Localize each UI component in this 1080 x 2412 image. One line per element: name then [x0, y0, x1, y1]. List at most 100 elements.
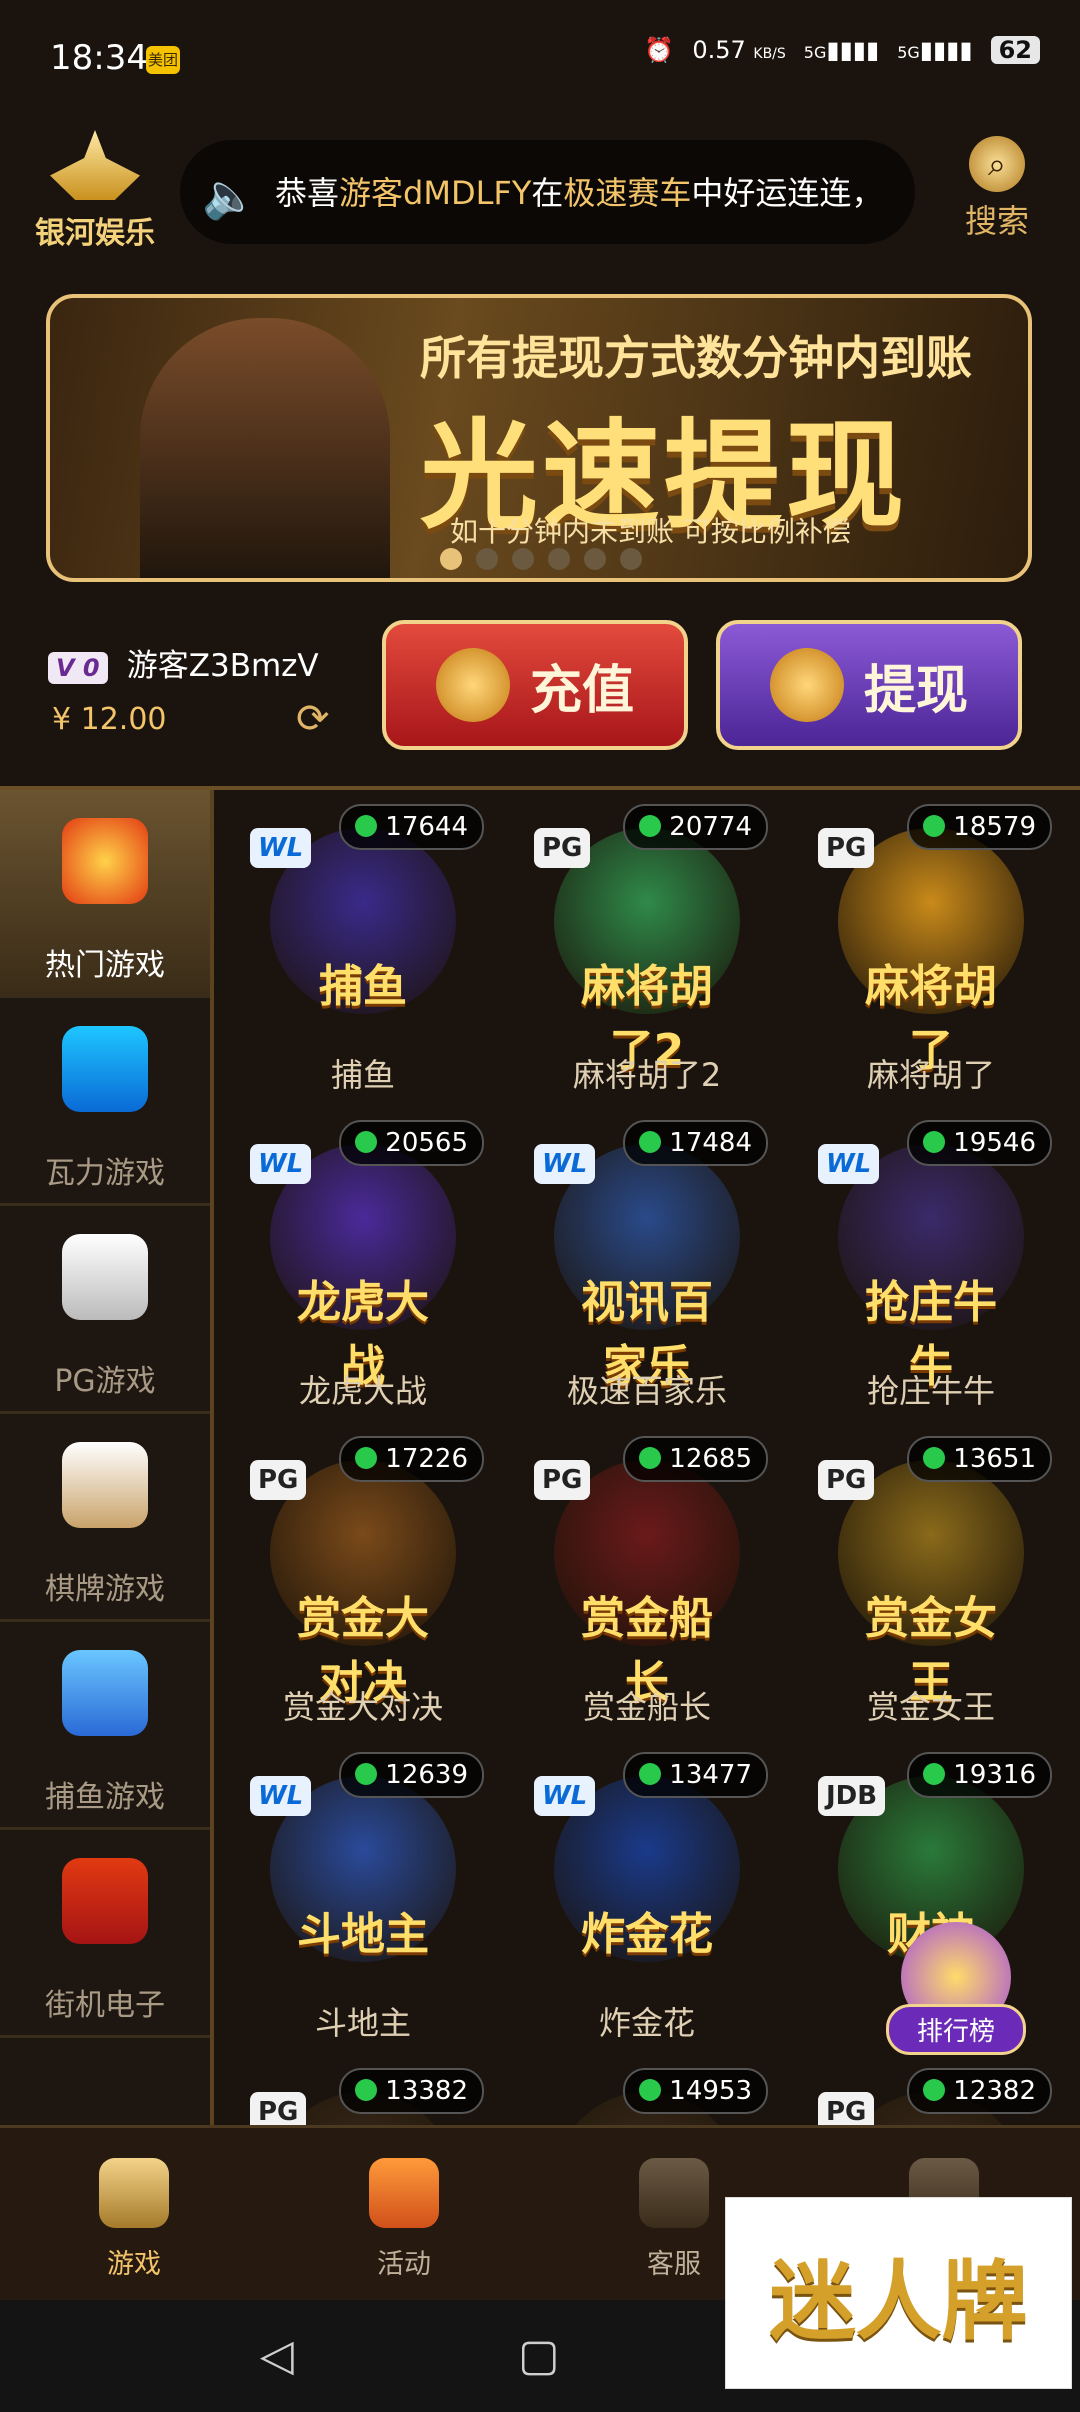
game-name: 捕鱼 [330, 1056, 395, 1094]
online-count: 14953 [623, 2068, 768, 2114]
shark-icon [62, 1650, 148, 1736]
online-count: 13477 [623, 1752, 768, 1798]
app-badge: 美团 [146, 46, 180, 74]
recharge-button[interactable]: 充值 [382, 620, 688, 750]
status-bar: 18:34 美团 ⏰ 0.57 KB/S 5G▮▮▮▮ 5G▮▮▮▮ 62 [0, 0, 1080, 122]
search-icon: ⌕ [969, 136, 1025, 192]
username: 游客Z3BmzV [126, 648, 319, 684]
vip-badge: V 0 [48, 652, 108, 684]
page-dot[interactable] [620, 548, 642, 570]
refresh-icon[interactable]: ⟳ [296, 696, 330, 742]
category-label: 捕鱼游戏 [45, 1780, 165, 1815]
game-card[interactable]: 麻将胡了2 PG 20774 麻将胡了2 [512, 800, 782, 1100]
net-speed: 0.57 KB/S [692, 36, 786, 64]
provider-badge: WL [818, 1144, 880, 1184]
nav-label: 游戏 [107, 2249, 161, 2280]
provider-badge: PG [534, 828, 591, 868]
game-card[interactable]: 14953 [512, 2064, 782, 2125]
game-card[interactable]: 炸金花 WL 13477 炸金花 [512, 1748, 782, 2048]
page-dot[interactable] [476, 548, 498, 570]
watermark: 迷人牌 [725, 2197, 1072, 2389]
provider-badge: WL [534, 1776, 596, 1816]
online-count: 20774 [623, 804, 768, 850]
game-card[interactable]: 赏金女王 PG 13651 赏金女王 [796, 1432, 1066, 1732]
game-card[interactable]: 麻将胡了 PG 18579 麻将胡了 [796, 800, 1066, 1100]
balance: ¥ 12.00 [52, 702, 167, 737]
online-count: 12639 [339, 1752, 484, 1798]
page-dot[interactable] [512, 548, 534, 570]
logo-text: 银河娱乐 [35, 216, 155, 251]
game-card[interactable]: 斗地主 WL 12639 斗地主 [228, 1748, 498, 2048]
category-label: PG游戏 [54, 1364, 156, 1399]
provider-badge: WL [250, 1144, 312, 1184]
category-label: 瓦力游戏 [45, 1156, 165, 1191]
marquee-text: 恭喜游客dMDLFY在极速赛车中好运连连， [275, 174, 884, 212]
category-3[interactable]: 棋牌游戏 [0, 1414, 210, 1622]
coins-icon [769, 648, 844, 722]
game-card[interactable]: 视讯百家乐 WL 17484 极速百家乐 [512, 1116, 782, 1416]
online-count: 12382 [907, 2068, 1052, 2114]
provider-badge: PG [818, 2092, 875, 2125]
wl-logo-icon [62, 1026, 148, 1112]
nav-tab-0[interactable]: 游戏 [54, 2158, 214, 2281]
online-count: 20565 [339, 1120, 484, 1166]
withdraw-button[interactable]: 提现 [716, 620, 1022, 750]
category-2[interactable]: PG游戏 [0, 1206, 210, 1414]
search-label: 搜索 [964, 202, 1029, 240]
money-bag-icon [435, 648, 510, 722]
game-card[interactable]: 捕鱼 WL 17644 捕鱼 [228, 800, 498, 1100]
search-button[interactable]: ⌕ 搜索 [952, 136, 1042, 242]
banner-pagination[interactable] [440, 548, 642, 570]
online-count: 18579 [907, 804, 1052, 850]
page-dot[interactable] [440, 548, 462, 570]
ranking-label: 排行榜 [886, 2004, 1026, 2055]
back-icon[interactable]: ◁ [260, 2330, 294, 2381]
game-name: 龙虎大战 [298, 1372, 427, 1410]
game-card[interactable]: 抢庄牛牛 WL 19546 抢庄牛牛 [796, 1116, 1066, 1416]
game-name: 赏金船长 [582, 1688, 711, 1726]
online-count: 12685 [623, 1436, 768, 1482]
provider-badge: WL [534, 1144, 596, 1184]
category-4[interactable]: 捕鱼游戏 [0, 1622, 210, 1830]
online-count: 17226 [339, 1436, 484, 1482]
slot-machine-icon [62, 1858, 148, 1944]
category-label: 棋牌游戏 [45, 1572, 165, 1607]
home-icon[interactable]: ▢ [518, 2330, 560, 2381]
nav-tab-1[interactable]: 活动 [324, 2158, 484, 2281]
ranking-button[interactable]: 排行榜 [886, 1922, 1026, 2072]
provider-badge: PG [250, 1460, 307, 1500]
category-0[interactable]: 热门游戏 [0, 790, 210, 998]
game-card[interactable]: PG 12382 [796, 2064, 1066, 2125]
speaker-icon: 🔈 [202, 171, 257, 222]
withdraw-label: 提现 [863, 660, 968, 721]
game-art-title: 捕鱼 [319, 961, 407, 1012]
game-name: 麻将胡了 [866, 1056, 995, 1094]
page-dot[interactable] [548, 548, 570, 570]
game-card[interactable]: 龙虎大战 WL 20565 龙虎大战 [228, 1116, 498, 1416]
banner-footnote: 如十分钟内未到账 可按比例补偿 [450, 515, 851, 548]
game-card[interactable]: 赏金大对决 PG 17226 赏金大对决 [228, 1432, 498, 1732]
game-name: 麻将胡了2 [572, 1056, 722, 1094]
online-count: 13651 [907, 1436, 1052, 1482]
game-card[interactable]: PG 13382 [228, 2064, 498, 2125]
gift-icon [369, 2158, 439, 2228]
signal-icon-2: 5G▮▮▮▮ [897, 36, 973, 64]
category-label: 热门游戏 [45, 948, 165, 983]
provider-badge: JDB [818, 1776, 886, 1816]
promo-banner[interactable]: 所有提现方式数分钟内到账 光速提现 如十分钟内未到账 可按比例补偿 [46, 294, 1032, 582]
provider-badge: PG [818, 1460, 875, 1500]
online-count: 13382 [339, 2068, 484, 2114]
game-card[interactable]: 赏金船长 PG 12685 赏金船长 [512, 1432, 782, 1732]
user-info: V 0 游客Z3BmzV [48, 640, 319, 685]
fire-icon [62, 818, 148, 904]
announcement-marquee[interactable]: 🔈 恭喜游客dMDLFY在极速赛车中好运连连， [180, 140, 915, 244]
recharge-label: 充值 [529, 660, 634, 721]
header: 银河娱乐 🔈 恭喜游客dMDLFY在极速赛车中好运连连， ⌕ 搜索 [0, 122, 1080, 282]
game-name: 斗地主 [314, 2004, 411, 2042]
online-count: 19316 [907, 1752, 1052, 1798]
status-icons: ⏰ 0.57 KB/S 5G▮▮▮▮ 5G▮▮▮▮ 62 [644, 36, 1040, 64]
category-1[interactable]: 瓦力游戏 [0, 998, 210, 1206]
category-5[interactable]: 街机电子 [0, 1830, 210, 2038]
game-name: 抢庄牛牛 [866, 1372, 995, 1410]
page-dot[interactable] [584, 548, 606, 570]
